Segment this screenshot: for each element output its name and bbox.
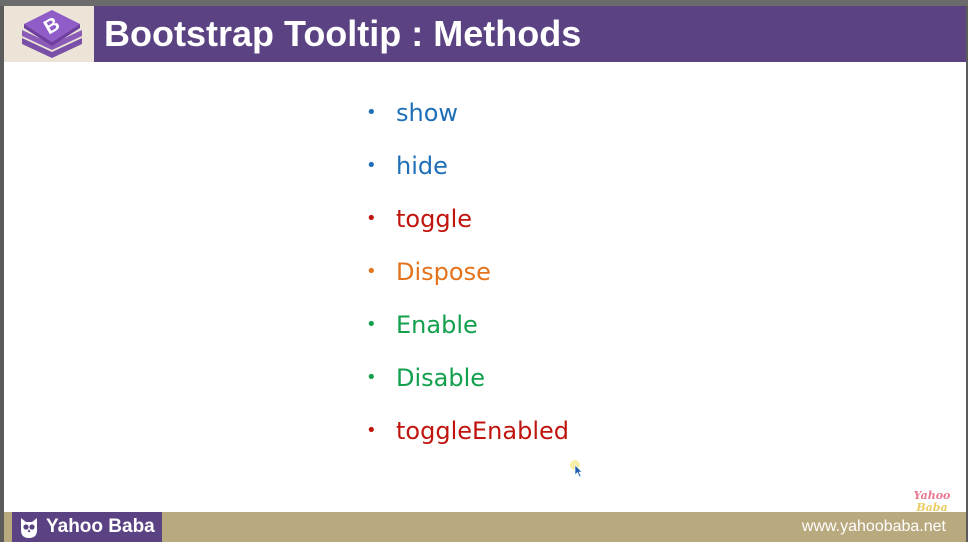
method-item: • Disable xyxy=(366,353,569,406)
bullet-icon: • xyxy=(366,208,377,229)
bullet-icon: • xyxy=(366,367,377,388)
method-label: Dispose xyxy=(396,258,491,286)
presentation-slide: B Bootstrap Tooltip : Methods • show • hide… xyxy=(4,6,966,542)
bullet-icon: • xyxy=(366,102,377,123)
slide-footer: Yahoo Baba www.yahoobaba.net xyxy=(4,512,966,542)
method-item: • show xyxy=(366,88,569,141)
slide-title: Bootstrap Tooltip : Methods xyxy=(104,13,582,54)
method-label: Enable xyxy=(396,311,478,339)
method-item: • hide xyxy=(366,141,569,194)
method-label: hide xyxy=(396,152,448,180)
method-label: toggleEnabled xyxy=(396,417,569,445)
methods-list: • show • hide • toggle • Dispose • Enable • Disable… xyxy=(366,88,569,459)
method-item: • toggle xyxy=(366,194,569,247)
method-label: Disable xyxy=(396,364,486,392)
slide-header: B Bootstrap Tooltip : Methods xyxy=(4,6,966,62)
bullet-icon: • xyxy=(366,155,377,176)
brand-watermark: Yahoo Baba xyxy=(912,490,952,514)
footer-url: www.yahoobaba.net xyxy=(801,518,946,535)
owl-logo-icon xyxy=(21,518,37,538)
footer-brand-name: Yahoo Baba xyxy=(46,516,155,537)
method-item: • toggleEnabled xyxy=(366,406,569,459)
method-label: toggle xyxy=(396,205,472,233)
bullet-icon: • xyxy=(366,420,377,441)
method-label: show xyxy=(396,99,459,127)
bullet-icon: • xyxy=(366,261,377,282)
method-item: • Enable xyxy=(366,300,569,353)
method-item: • Dispose xyxy=(366,247,569,300)
bullet-icon: • xyxy=(366,314,377,335)
mouse-cursor-icon xyxy=(570,460,583,478)
bootstrap-logo-icon: B xyxy=(22,10,82,58)
footer-brand: Yahoo Baba xyxy=(12,512,162,542)
